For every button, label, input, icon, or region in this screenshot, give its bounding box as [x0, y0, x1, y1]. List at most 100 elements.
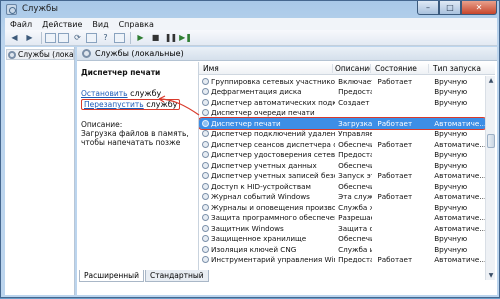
pause-icon[interactable]: ❚❚	[164, 32, 177, 44]
service-name: Диспетчер сеансов диспетчера ок...	[211, 139, 336, 149]
help-icon[interactable]: ?	[99, 32, 112, 44]
gear-icon	[82, 49, 91, 58]
pane-header-title: Службы (локальные)	[95, 49, 184, 58]
service-description: Обеспечи...	[338, 139, 372, 149]
service-startup-type: Вручную	[434, 160, 468, 170]
service-name: Диспетчер удостоверения сетевых...	[211, 150, 336, 160]
table-row[interactable]: Доступ к HID-устройствам Обеспечи... Вручн…	[199, 181, 486, 192]
service-description: Разрешае...	[338, 213, 372, 223]
table-row[interactable]: Диспетчер учетных записей безопа...Запус…	[199, 171, 486, 182]
table-row[interactable]: Журнал событий Windows Эта служб... Работа…	[199, 192, 486, 203]
table-row[interactable]: Диспетчер учетных данных Обеспечи... Вручн…	[199, 160, 486, 171]
window-title: Службы	[22, 4, 59, 14]
service-description: Предостав...	[338, 87, 372, 97]
service-name: Инструментарий управления Windows	[211, 255, 335, 265]
service-name: Журнал событий Windows	[211, 192, 310, 202]
vertical-scrollbar[interactable]: ▲ ▼	[485, 76, 495, 280]
service-description: Служба из...	[338, 244, 372, 254]
service-name: Доступ к HID-устройствам	[211, 181, 311, 191]
table-row[interactable]: Защитник Windows Защита от ... Автоматиче.…	[199, 223, 486, 234]
extended-view-icon[interactable]	[114, 32, 125, 43]
service-startup-type: Вручную	[434, 76, 468, 86]
start-icon[interactable]: ▶	[134, 32, 147, 44]
column-state[interactable]: Состояние	[371, 63, 429, 73]
service-state: Работает	[377, 171, 413, 181]
scroll-up-icon[interactable]: ▲	[486, 76, 495, 85]
service-startup-type: Автоматиче...	[434, 171, 486, 181]
column-description[interactable]: Описание	[333, 63, 371, 73]
minimize-button[interactable]: –	[417, 1, 439, 15]
table-row[interactable]: Инструментарий управления WindowsПредост…	[199, 255, 486, 266]
service-startup-type: Вручную	[434, 87, 468, 97]
tab-standard[interactable]: Стандартный	[144, 270, 209, 282]
service-startup-type: Вручную	[434, 244, 468, 254]
service-gear-icon	[202, 245, 209, 253]
service-startup-type: Автоматиче...	[434, 213, 486, 223]
restart-service-row: Перезапустить службу	[81, 99, 181, 110]
maximize-button[interactable]: □	[439, 1, 461, 15]
table-row[interactable]: Группировка сетевых участниковВключает .…	[199, 76, 486, 87]
table-row-selected[interactable]: Диспетчер печати Загрузка ... Работает Авто…	[199, 117, 487, 130]
pane-header: Службы (локальные)	[77, 47, 497, 61]
service-gear-icon	[202, 161, 209, 169]
refresh-icon[interactable]: ⟳	[71, 32, 84, 44]
service-gear-icon	[202, 224, 209, 232]
properties-icon[interactable]	[58, 32, 69, 43]
service-gear-icon	[202, 235, 209, 243]
table-row[interactable]: Журналы и оповещения производит...Служба…	[199, 202, 486, 213]
menu-bar: Файл Действие Вид Справка	[5, 18, 497, 30]
table-row[interactable]: Диспетчер очереди печати	[199, 108, 486, 119]
tree-item-services[interactable]: Службы (локальны	[6, 49, 74, 60]
column-name[interactable]: Имя	[199, 63, 333, 73]
menu-help[interactable]: Справка	[114, 20, 159, 29]
service-description: Предостав...	[338, 255, 372, 265]
forward-icon[interactable]: ▶	[23, 32, 36, 44]
service-description: Управляет...	[338, 129, 372, 139]
menu-action[interactable]: Действие	[37, 20, 87, 29]
table-row[interactable]: Изоляция ключей CNG Служба из... Вручную	[199, 244, 486, 255]
service-name: Диспетчер учетных данных	[211, 160, 317, 170]
service-startup-type: Автоматиче...	[434, 118, 486, 128]
tree-item-label: Службы (локальны	[18, 50, 74, 59]
table-row[interactable]: Диспетчер подключений удаленно...Управля…	[199, 129, 486, 140]
service-startup-type: Вручную	[434, 150, 468, 160]
service-gear-icon	[202, 77, 209, 85]
menu-file[interactable]: Файл	[5, 20, 37, 29]
restart-service-link[interactable]: Перезапустить	[84, 100, 144, 109]
service-startup-type: Автоматиче...	[434, 223, 486, 233]
service-state: Работает	[377, 139, 413, 149]
scroll-down-icon[interactable]: ▼	[486, 271, 495, 280]
service-gear-icon	[202, 193, 209, 201]
service-name: Защита программного обеспечения	[211, 213, 336, 223]
toolbar: ◀ ▶ ⟳ ? ▶ ■ ❚❚ ▶❚	[5, 30, 497, 46]
service-description: Обеспечи...	[338, 181, 372, 191]
table-row[interactable]: Диспетчер автоматических подключ...Созда…	[199, 97, 486, 108]
column-startup-type[interactable]: Тип запуска	[429, 64, 487, 73]
table-row[interactable]: Дефрагментация диска Предостав... Вручную	[199, 87, 486, 98]
tab-extended[interactable]: Расширенный	[79, 270, 144, 282]
window-controls: – □ ✕	[417, 1, 497, 15]
table-row[interactable]: Защищенное хранилище Обеспечи... Вручную	[199, 234, 486, 245]
title-bar[interactable]: Службы – □ ✕	[1, 1, 500, 17]
stop-service-link[interactable]: Остановить	[81, 89, 128, 98]
service-startup-type: Вручную	[434, 129, 468, 139]
restart-icon[interactable]: ▶❚	[179, 32, 192, 44]
export-icon[interactable]	[86, 32, 97, 43]
service-description: Защита от ...	[338, 223, 372, 233]
console-tree: Службы (локальны	[5, 47, 75, 295]
table-row[interactable]: Диспетчер сеансов диспетчера ок... Обеспе…	[199, 139, 486, 150]
gear-icon	[8, 50, 16, 59]
stop-icon[interactable]: ■	[149, 32, 162, 44]
service-description: Обеспечи...	[338, 234, 372, 244]
service-gear-icon	[202, 203, 209, 211]
service-gear-icon	[202, 119, 209, 127]
back-icon[interactable]: ◀	[8, 32, 21, 44]
menu-view[interactable]: Вид	[87, 20, 113, 29]
service-gear-icon	[202, 214, 209, 222]
close-button[interactable]: ✕	[461, 1, 497, 15]
services-window: Службы – □ ✕ Файл Действие Вид Справка ◀…	[0, 0, 500, 298]
console-tree-icon[interactable]	[45, 32, 56, 43]
table-row[interactable]: Защита программного обеспеченияРазрешае.…	[199, 213, 486, 224]
scrollbar-thumb[interactable]	[487, 134, 495, 148]
table-row[interactable]: Диспетчер удостоверения сетевых...Предос…	[199, 150, 486, 161]
